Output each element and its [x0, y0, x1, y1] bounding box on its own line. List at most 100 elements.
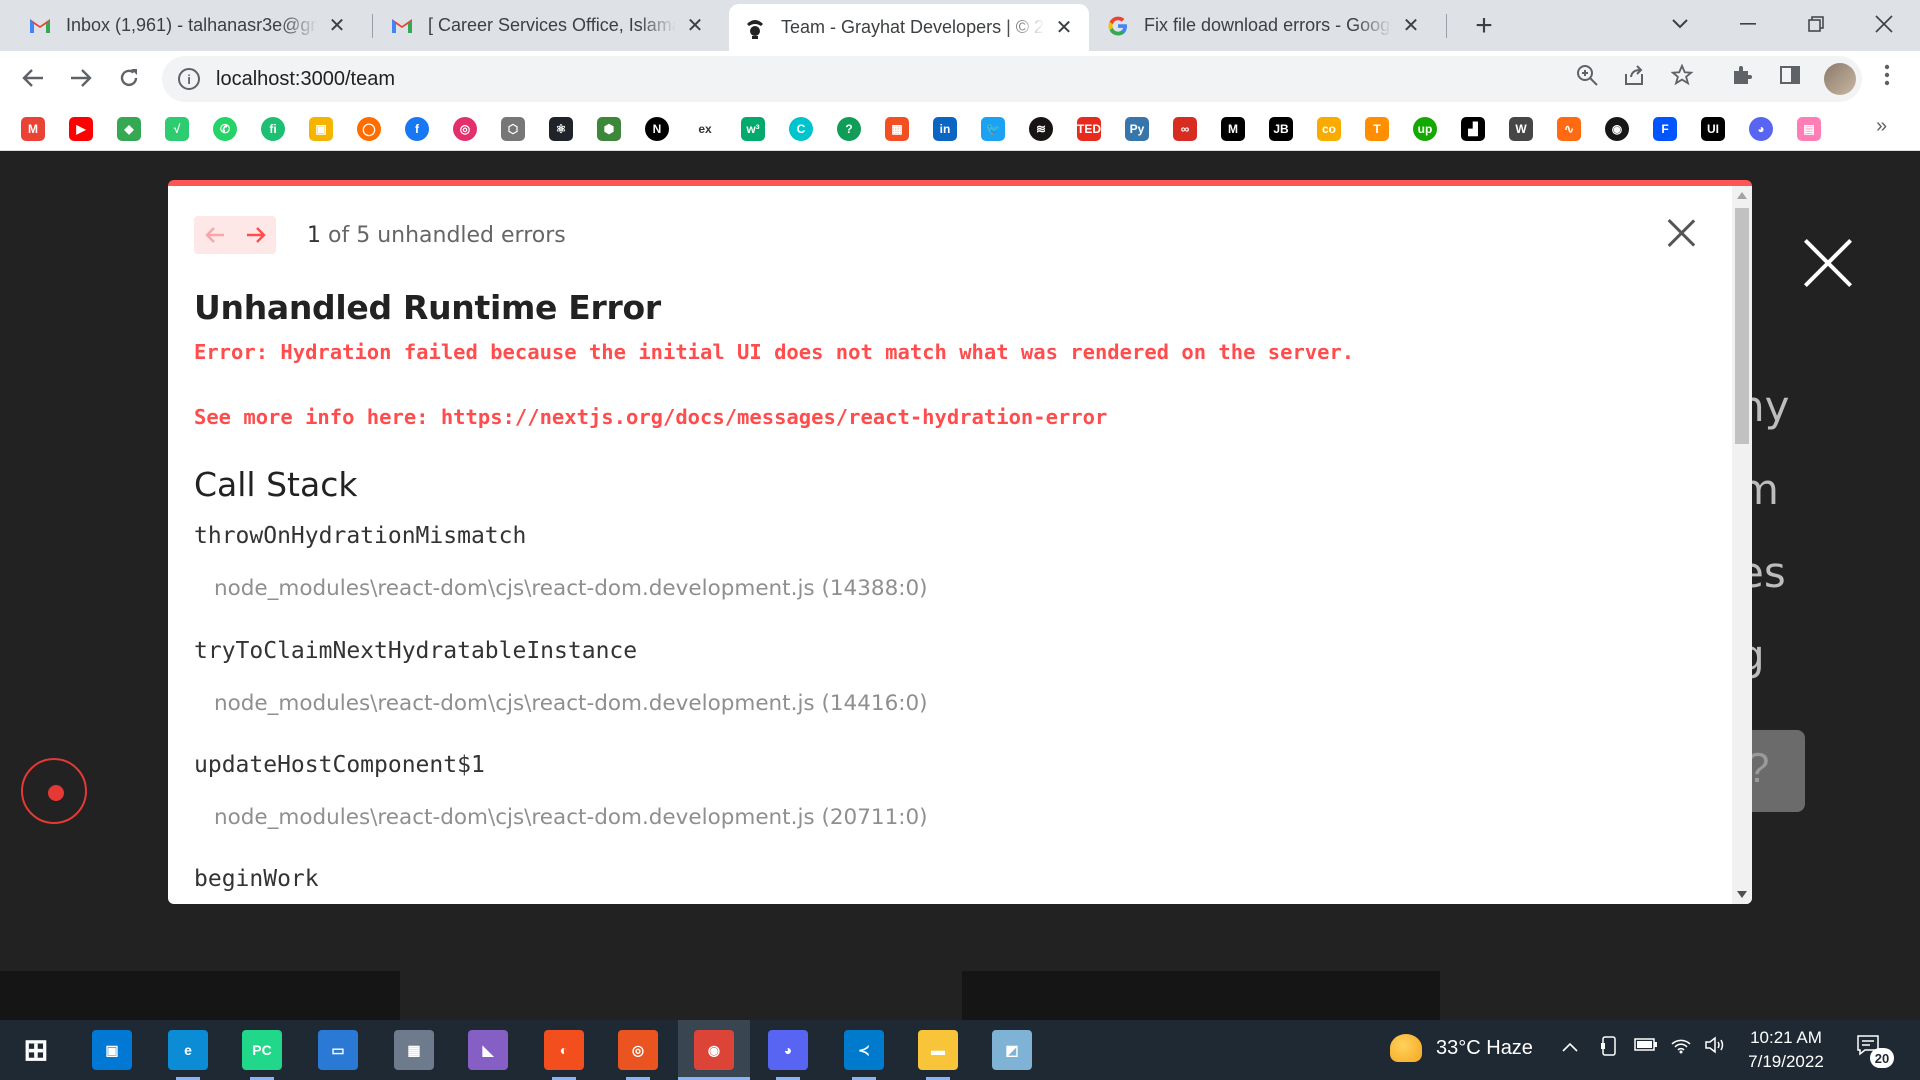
bookmark-fiverr-icon[interactable]: fi — [261, 117, 285, 141]
notification-center-icon[interactable]: 20 — [1856, 1034, 1894, 1068]
taskbar-figma-icon[interactable]: ◐ — [544, 1030, 584, 1070]
bookmark-maps-icon[interactable]: ◆ — [117, 117, 141, 141]
taskbar-calculator-icon[interactable]: ▦ — [394, 1030, 434, 1070]
close-tab-icon[interactable]: ✕ — [684, 15, 706, 37]
taskbar-discord-icon[interactable]: ◕ — [768, 1030, 808, 1070]
taskbar-start-icon[interactable]: ⊞ — [16, 1030, 56, 1070]
tablet-icon[interactable] — [1600, 1036, 1618, 1061]
stack-frame-source[interactable]: node_modules\react-dom\cjs\react-dom.dev… — [214, 805, 928, 830]
bookmark-twitter-icon[interactable]: 🐦 — [981, 117, 1005, 141]
stack-frame-source[interactable]: node_modules\react-dom\cjs\react-dom.dev… — [214, 691, 928, 716]
bookmark-ted-icon[interactable]: TED — [1077, 117, 1101, 141]
bookmark-linkedin-icon[interactable]: in — [933, 117, 957, 141]
taskbar-file-explorer-icon[interactable]: ▬ — [918, 1030, 958, 1070]
side-panel-icon[interactable] — [1775, 60, 1805, 90]
taskbar-vscode-icon[interactable]: ≺ — [844, 1030, 884, 1070]
scroll-down-arrow-icon[interactable] — [1737, 891, 1747, 898]
previous-error-arrow-icon[interactable] — [194, 216, 235, 254]
restore-window-icon[interactable] — [1796, 6, 1836, 42]
close-tab-icon[interactable]: ✕ — [1400, 15, 1422, 37]
taskbar-devices-icon[interactable]: ▭ — [318, 1030, 358, 1070]
page-close-icon[interactable] — [1800, 235, 1856, 291]
close-overlay-icon[interactable] — [1666, 218, 1696, 248]
taskbar-pycharm-icon[interactable]: PC — [242, 1030, 282, 1070]
new-tab-button[interactable]: + — [1466, 8, 1502, 44]
tab-fix-downloads[interactable]: Fix file download errors - Google Chrome… — [1092, 0, 1436, 51]
clock-date: 7/19/2022 — [1748, 1052, 1824, 1071]
bookmark-react-icon[interactable]: ⚛ — [549, 117, 573, 141]
show-hidden-icons-chevron-icon[interactable] — [1562, 1036, 1578, 1057]
tab-gmail-inbox[interactable]: Inbox (1,961) - talhanasr3e@gmail.com - … — [14, 0, 362, 51]
bookmark-pulse-icon[interactable]: ∿ — [1557, 117, 1581, 141]
bookmark-unsplash-icon[interactable]: ▟ — [1461, 117, 1485, 141]
bookmark-w3schools-icon[interactable]: w³ — [741, 117, 765, 141]
next-error-arrow-icon[interactable] — [235, 216, 276, 254]
bookmark-star-icon[interactable] — [1667, 60, 1697, 90]
zoom-icon[interactable] — [1572, 60, 1602, 90]
bookmark-medium-icon[interactable]: M — [1221, 117, 1245, 141]
bookmark-node-icon[interactable]: ⬢ — [597, 117, 621, 141]
taskbar-notepad-icon[interactable]: ◩ — [992, 1030, 1032, 1070]
bookmark-codesandbox-icon[interactable]: ⬡ — [501, 117, 525, 141]
bookmark-spotify-icon[interactable]: ≋ — [1029, 117, 1053, 141]
bookmark-whatsapp-icon[interactable]: ✆ — [213, 117, 237, 141]
next-dev-indicator-icon[interactable] — [21, 758, 87, 824]
bookmark-ui-icon[interactable]: UI — [1701, 117, 1725, 141]
back-arrow-icon[interactable] — [14, 59, 52, 97]
forward-arrow-icon[interactable] — [62, 59, 100, 97]
kebab-menu-icon[interactable] — [1872, 60, 1902, 90]
bookmark-tensorflow-icon[interactable]: T — [1365, 117, 1389, 141]
bookmark-notes-icon[interactable]: ▤ — [1797, 117, 1821, 141]
bookmark-colab-icon[interactable]: co — [1317, 117, 1341, 141]
overlay-scrollbar[interactable] — [1732, 186, 1752, 904]
wifi-icon[interactable] — [1670, 1036, 1692, 1059]
bookmark-contacts-icon[interactable]: ▣ — [309, 117, 333, 141]
taskbar-edge-icon[interactable]: e — [168, 1030, 208, 1070]
system-clock[interactable]: 10:21 AM 7/19/2022 — [1726, 1026, 1846, 1074]
bookmark-circle-icon[interactable]: ◯ — [357, 117, 381, 141]
bookmark-vercel-like-icon[interactable]: √ — [165, 117, 189, 141]
bookmark-discord-icon[interactable]: ◕ — [1749, 117, 1773, 141]
minimize-window-icon[interactable] — [1728, 6, 1768, 42]
battery-icon[interactable] — [1634, 1036, 1658, 1057]
bookmark-coursera-like-icon[interactable]: ∞ — [1173, 117, 1197, 141]
weather-widget[interactable]: 33°C Haze — [1390, 1034, 1533, 1062]
bookmark-help-icon[interactable]: ? — [837, 117, 861, 141]
scrollbar-thumb[interactable] — [1735, 208, 1749, 444]
close-tab-icon[interactable]: ✕ — [326, 15, 348, 37]
bookmark-jetbrains-icon[interactable]: JB — [1269, 117, 1293, 141]
close-window-icon[interactable] — [1864, 6, 1904, 42]
stack-frame-source[interactable]: node_modules\react-dom\cjs\react-dom.dev… — [214, 576, 928, 601]
site-info-icon[interactable]: i — [178, 68, 200, 90]
reload-icon[interactable] — [110, 59, 148, 97]
bookmark-expo-icon[interactable]: ex — [693, 117, 717, 141]
volume-icon[interactable] — [1704, 1036, 1726, 1059]
tab-team-grayhat[interactable]: Team - Grayhat Developers | © 2022 ✕ — [729, 4, 1089, 51]
tab-search-chevron-icon[interactable] — [1660, 6, 1700, 42]
tab-career-services[interactable]: [ Career Services Office, Islamabad ] ✕ — [376, 0, 720, 51]
error-docs-link[interactable]: See more info here: https://nextjs.org/d… — [194, 405, 1107, 429]
bookmark-upwork-icon[interactable]: up — [1413, 117, 1437, 141]
taskbar-ubuntu-icon[interactable]: ◎ — [618, 1030, 658, 1070]
bookmark-instagram-icon[interactable]: ◎ — [453, 117, 477, 141]
address-bar[interactable]: i localhost:3000/team — [162, 56, 1862, 102]
scroll-up-arrow-icon[interactable] — [1737, 192, 1747, 199]
taskbar-visual-studio-icon[interactable]: ◣ — [468, 1030, 508, 1070]
bookmark-next-icon[interactable]: N — [645, 117, 669, 141]
profile-avatar[interactable] — [1824, 63, 1856, 95]
close-tab-icon[interactable]: ✕ — [1053, 17, 1075, 39]
extensions-icon[interactable] — [1727, 60, 1757, 90]
bookmark-framer-icon[interactable]: F — [1653, 117, 1677, 141]
bookmark-microsoft-icon[interactable]: ▦ — [885, 117, 909, 141]
bookmark-canva-icon[interactable]: C — [789, 117, 813, 141]
taskbar-store-icon[interactable]: ▣ — [92, 1030, 132, 1070]
taskbar-chrome-icon[interactable]: ◉ — [694, 1030, 734, 1070]
bookmark-gmail-icon[interactable]: M — [21, 117, 45, 141]
more-bookmarks-chevron-icon[interactable]: » — [1876, 115, 1887, 138]
bookmark-github-icon[interactable]: ◉ — [1605, 117, 1629, 141]
bookmark-wordpress-icon[interactable]: W — [1509, 117, 1533, 141]
bookmark-youtube-icon[interactable]: ▶ — [69, 117, 93, 141]
bookmark-facebook-icon[interactable]: f — [405, 117, 429, 141]
bookmark-python-icon[interactable]: Py — [1125, 117, 1149, 141]
share-icon[interactable] — [1619, 60, 1649, 90]
